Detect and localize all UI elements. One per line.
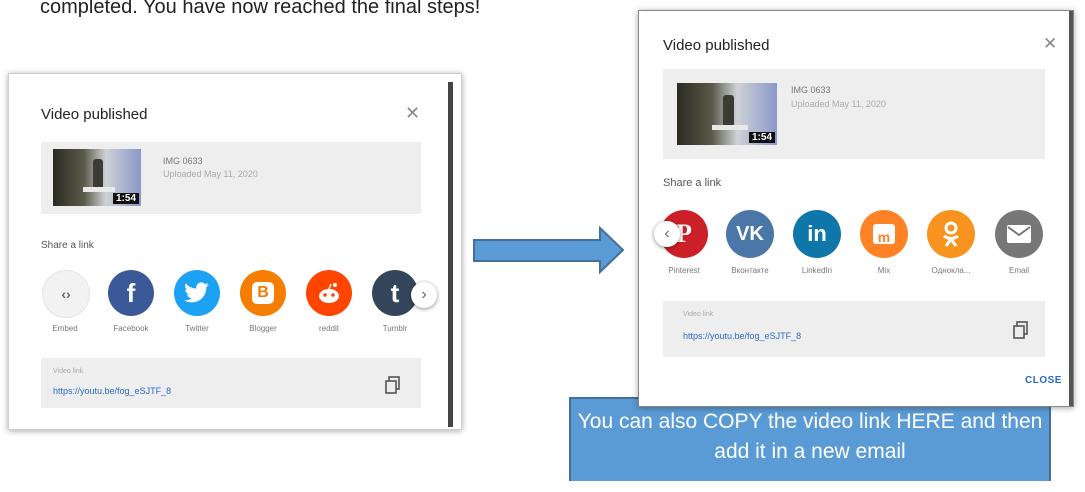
video-link-caption: Video link — [683, 311, 714, 318]
embed-icon[interactable]: ‹› — [42, 270, 90, 318]
linkedin-icon[interactable]: in — [793, 210, 841, 258]
mix-icon[interactable]: m — [860, 210, 908, 258]
share-label-linkedin: LinkedIn — [801, 266, 833, 275]
callout-text: You can also COPY the video link HERE an… — [577, 410, 1043, 464]
odnoklassniki-icon[interactable] — [927, 210, 975, 258]
copy-icon[interactable] — [1013, 321, 1029, 339]
share-label-tumblr: Tumblr — [382, 324, 408, 333]
share-label-pinterest: Pinterest — [668, 266, 700, 275]
video-card: 1:54 IMG 0633 Uploaded May 11, 2020 — [41, 142, 421, 214]
close-icon[interactable]: ✕ — [1043, 35, 1057, 52]
share-label-reddit: reddit — [318, 324, 339, 333]
reddit-icon[interactable] — [306, 270, 352, 316]
share-label-odnoklassniki: Однокла... — [931, 266, 971, 275]
share-label-email: Email — [1008, 266, 1029, 275]
share-label-embed: Embed — [52, 324, 78, 333]
scrollbar[interactable] — [448, 82, 453, 427]
share-link-label: Share a link — [41, 240, 94, 251]
right-dialog-screenshot: Video published ✕ 1:54 IMG 0633 Uploaded… — [638, 10, 1074, 407]
close-button[interactable]: CLOSE — [1025, 375, 1062, 386]
email-icon[interactable] — [995, 210, 1043, 258]
dialog-title: Video published — [41, 106, 148, 123]
video-name: IMG 0633 — [791, 85, 831, 95]
blogger-icon[interactable]: B — [240, 270, 286, 316]
video-duration: 1:54 — [748, 132, 775, 143]
left-dialog-screenshot: Video published ✕ 1:54 IMG 0633 Uploaded… — [8, 73, 462, 430]
vk-icon[interactable]: VK — [726, 210, 774, 258]
share-label-blogger: Blogger — [249, 324, 277, 333]
close-icon[interactable]: ✕ — [405, 104, 420, 122]
share-label-mix: Mix — [877, 266, 891, 275]
video-upload-date: Uploaded May 11, 2020 — [163, 169, 258, 179]
video-link-box: Video link https://youtu.be/fog_eSJTF_8 — [41, 358, 421, 408]
video-link-url[interactable]: https://youtu.be/fog_eSJTF_8 — [683, 331, 801, 341]
share-link-label: Share a link — [663, 177, 722, 189]
video-thumbnail[interactable]: 1:54 — [677, 83, 777, 145]
video-thumbnail[interactable]: 1:54 — [53, 149, 141, 206]
scrollbar[interactable] — [1069, 11, 1073, 406]
video-name: IMG 0633 — [163, 156, 203, 166]
twitter-icon[interactable] — [174, 270, 220, 316]
next-arrow-button[interactable]: › — [411, 282, 437, 308]
video-link-box: Video link https://youtu.be/fog_eSJTF_8 — [663, 301, 1045, 357]
video-link-url[interactable]: https://youtu.be/fog_eSJTF_8 — [53, 386, 171, 396]
share-label-twitter: Twitter — [185, 324, 209, 333]
video-card: 1:54 IMG 0633 Uploaded May 11, 2020 — [663, 69, 1045, 159]
share-label-facebook: Facebook — [113, 324, 149, 333]
right-arrow — [473, 225, 625, 275]
share-label-vk: Вконтакте — [731, 266, 769, 275]
facebook-icon[interactable]: f — [108, 270, 154, 316]
dialog-title: Video published — [663, 37, 770, 54]
video-upload-date: Uploaded May 11, 2020 — [791, 99, 886, 109]
video-link-caption: Video link — [53, 368, 84, 375]
copy-icon[interactable] — [385, 376, 401, 394]
prev-arrow-button[interactable]: ‹ — [654, 221, 680, 247]
video-duration: 1:54 — [112, 193, 139, 204]
